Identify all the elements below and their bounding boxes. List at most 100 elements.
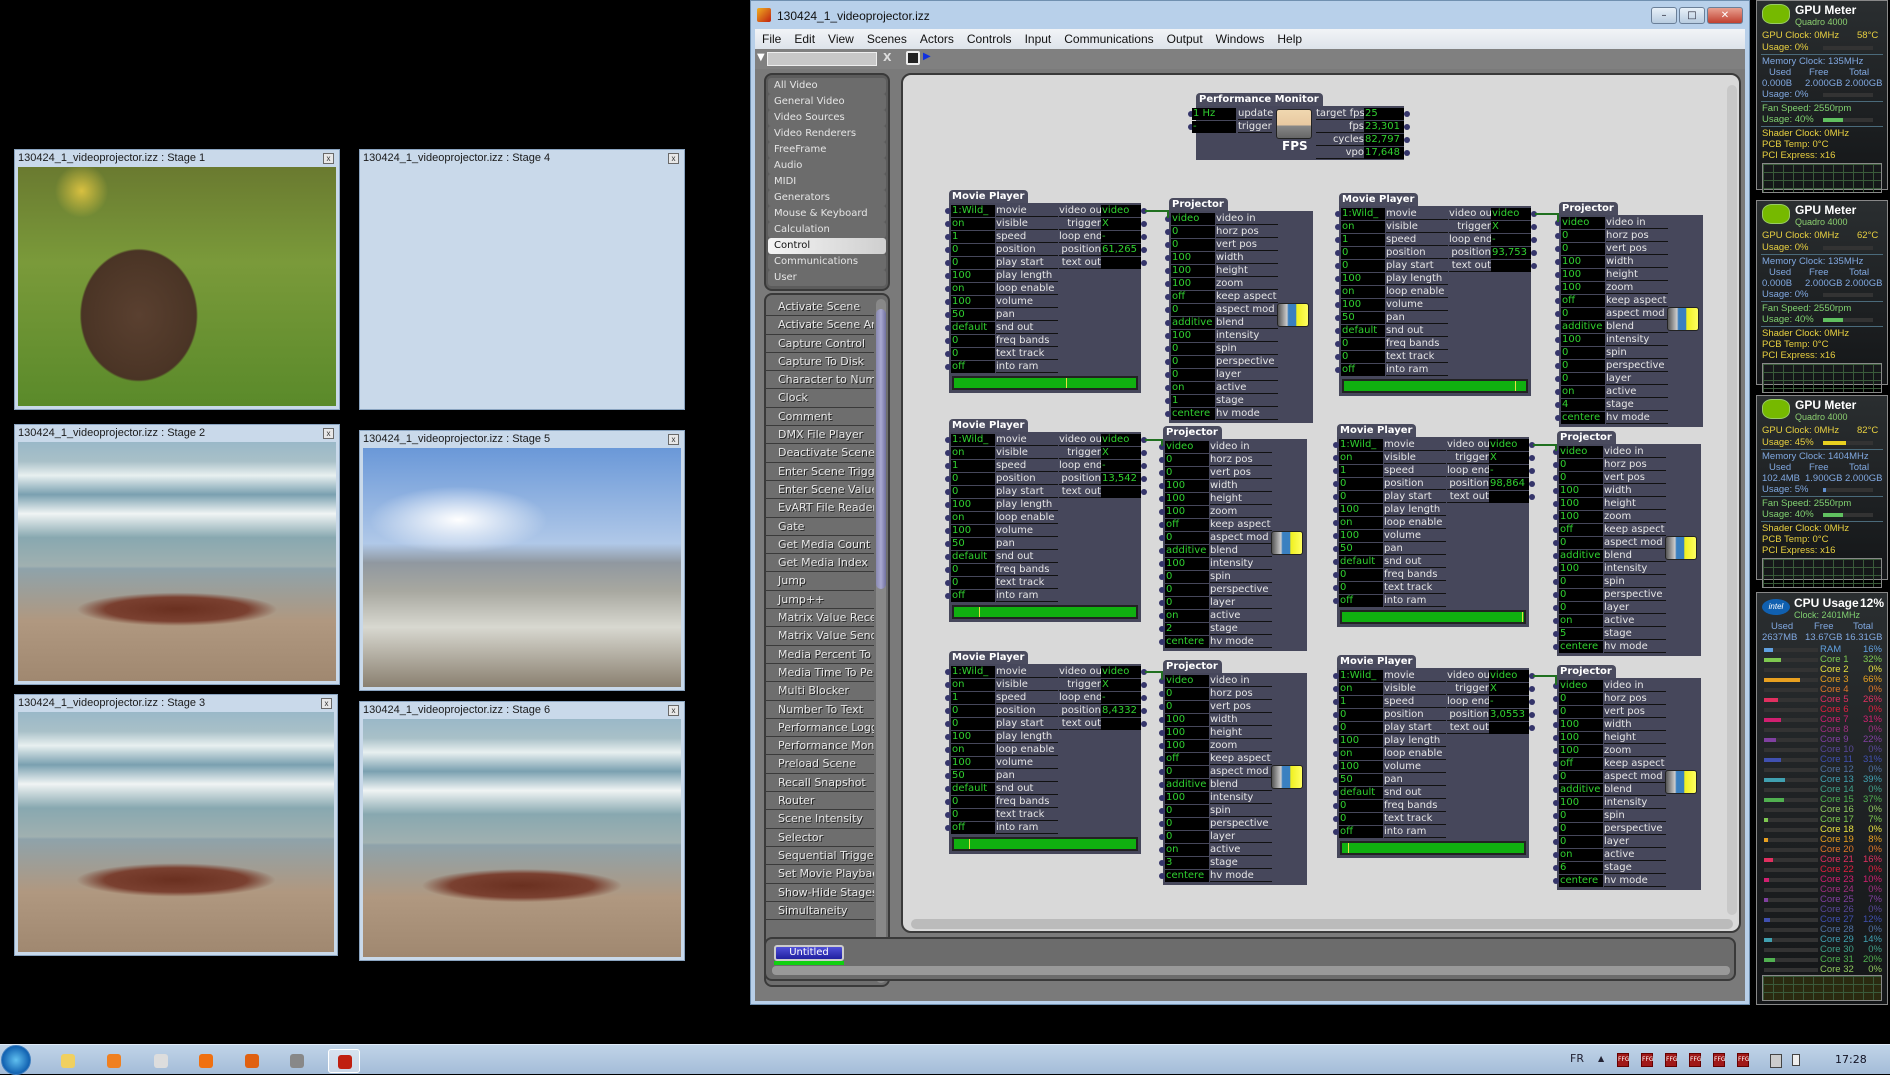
output-value[interactable]: - bbox=[1101, 460, 1141, 472]
input-value[interactable]: centere bbox=[1561, 412, 1605, 424]
input-value[interactable]: 0 bbox=[951, 486, 995, 498]
output-port[interactable] bbox=[1141, 721, 1147, 727]
category-freeframe[interactable]: FreeFrame bbox=[768, 142, 886, 158]
stage-title-bar[interactable]: 130424_1_videoprojector.izz : Stage 6 x bbox=[363, 702, 681, 719]
input-value[interactable]: 50 bbox=[951, 309, 995, 321]
input-value[interactable]: 0 bbox=[1559, 576, 1603, 588]
projector-actor-title[interactable]: Projector bbox=[1557, 665, 1616, 679]
input-value[interactable]: on bbox=[1339, 748, 1383, 760]
input-value[interactable]: 1:Wild_ bbox=[1341, 208, 1385, 220]
input-value[interactable]: default bbox=[1339, 787, 1383, 799]
menu-input[interactable]: Input bbox=[1018, 29, 1058, 46]
output-value[interactable] bbox=[1489, 491, 1529, 503]
category-video-sources[interactable]: Video Sources bbox=[768, 110, 886, 126]
menu-help[interactable]: Help bbox=[1270, 29, 1308, 46]
category-control[interactable]: Control bbox=[768, 238, 886, 254]
stage-window[interactable]: 130424_1_videoprojector.izz : Stage 1 x bbox=[14, 149, 340, 410]
menu-windows[interactable]: Windows bbox=[1209, 29, 1271, 46]
input-value[interactable]: on bbox=[951, 512, 995, 524]
actor-item[interactable]: EvART File Reader bbox=[766, 499, 874, 518]
actor-item[interactable]: DMX File Player bbox=[766, 426, 874, 445]
input-value[interactable]: 100 bbox=[951, 296, 995, 308]
menu-view[interactable]: View bbox=[821, 29, 860, 46]
scene-tab-untitled[interactable]: Untitled bbox=[774, 945, 844, 961]
category-midi[interactable]: MIDI bbox=[768, 174, 886, 190]
filter-dropdown-icon[interactable]: ▼ bbox=[757, 52, 765, 63]
actor-item[interactable]: Preload Scene bbox=[766, 755, 874, 774]
input-value[interactable]: 1:Wild_ bbox=[951, 666, 995, 678]
actor-item[interactable]: Character to Num bbox=[766, 371, 874, 390]
input-value[interactable]: additive bbox=[1165, 779, 1209, 791]
input-value[interactable]: 100 bbox=[1559, 485, 1603, 497]
output-port[interactable] bbox=[1529, 712, 1535, 718]
input-value[interactable]: 0 bbox=[1341, 338, 1385, 350]
input-value[interactable]: on bbox=[1559, 849, 1603, 861]
output-port[interactable] bbox=[1531, 250, 1537, 256]
input-value[interactable]: 0 bbox=[1171, 239, 1215, 251]
input-value[interactable]: 0 bbox=[1339, 478, 1383, 490]
actor-item[interactable]: Selector bbox=[766, 829, 874, 847]
input-value[interactable]: 100 bbox=[1559, 745, 1603, 757]
input-value[interactable]: 0 bbox=[1165, 467, 1209, 479]
actor-item[interactable]: Enter Scene Value bbox=[766, 481, 874, 500]
stage-window[interactable]: 130424_1_videoprojector.izz : Stage 5 x bbox=[359, 430, 685, 691]
output-value[interactable]: 61,265 bbox=[1101, 244, 1141, 256]
stage-title-bar[interactable]: 130424_1_videoprojector.izz : Stage 2 x bbox=[18, 425, 336, 442]
input-value[interactable]: 0 bbox=[1559, 823, 1603, 835]
input-value[interactable]: 1 bbox=[1339, 696, 1383, 708]
input-value[interactable]: off bbox=[951, 590, 995, 602]
stage-title-bar[interactable]: 130424_1_videoprojector.izz : Stage 4 x bbox=[363, 150, 681, 167]
output-value[interactable]: X bbox=[1101, 679, 1141, 691]
movie-player-actor-title[interactable]: Movie Player bbox=[949, 419, 1029, 433]
input-value[interactable]: 0 bbox=[1559, 589, 1603, 601]
input-value[interactable]: 1 bbox=[1341, 234, 1385, 246]
play-arrow-icon[interactable]: ▶ bbox=[923, 51, 931, 62]
input-value[interactable]: 0 bbox=[1561, 230, 1605, 242]
input-value[interactable]: 100 bbox=[951, 525, 995, 537]
input-value[interactable]: 100 bbox=[1165, 480, 1209, 492]
output-value[interactable]: - bbox=[1101, 692, 1141, 704]
input-value[interactable]: 1 bbox=[951, 460, 995, 472]
category-calculation[interactable]: Calculation bbox=[768, 222, 886, 238]
input-value[interactable]: video bbox=[1165, 675, 1209, 687]
input-value[interactable]: off bbox=[1561, 295, 1605, 307]
gpu-meter-gadget[interactable]: GPU Meter Quadro 4000 GPU Clock: 0MHz 82°C U… bbox=[1756, 395, 1888, 588]
input-value[interactable]: 0 bbox=[1559, 706, 1603, 718]
input-value[interactable]: 1 bbox=[1339, 465, 1383, 477]
actor-item[interactable]: Media Time To Pe bbox=[766, 664, 874, 683]
stage-close-button[interactable]: x bbox=[668, 705, 679, 716]
input-value[interactable]: on bbox=[1341, 286, 1385, 298]
stage-window[interactable]: 130424_1_videoprojector.izz : Stage 4 x bbox=[359, 149, 685, 410]
input-value[interactable]: 100 bbox=[1559, 498, 1603, 510]
output-port[interactable] bbox=[1531, 263, 1537, 269]
input-value[interactable]: 0 bbox=[1559, 602, 1603, 614]
stage-close-button[interactable]: x bbox=[668, 153, 679, 164]
input-value[interactable]: 50 bbox=[951, 538, 995, 550]
input-value[interactable]: 50 bbox=[1341, 312, 1385, 324]
input-value[interactable]: 100 bbox=[1171, 265, 1215, 277]
output-value[interactable]: X bbox=[1101, 218, 1141, 230]
input-value[interactable]: default bbox=[951, 551, 995, 563]
input-value[interactable]: 0 bbox=[1559, 472, 1603, 484]
output-value[interactable]: 3,0553 bbox=[1489, 709, 1529, 721]
taskbar-isadora-button[interactable] bbox=[328, 1049, 360, 1073]
input-value[interactable]: 0 bbox=[951, 257, 995, 269]
input-value[interactable]: 0 bbox=[1339, 813, 1383, 825]
input-value[interactable]: 0 bbox=[951, 348, 995, 360]
input-value[interactable]: additive bbox=[1559, 550, 1603, 562]
input-value[interactable]: 100 bbox=[951, 731, 995, 743]
close-button[interactable]: ✕ bbox=[1707, 7, 1743, 24]
output-port[interactable] bbox=[1141, 695, 1147, 701]
actor-item[interactable]: Performance Moni bbox=[766, 737, 874, 756]
input-value[interactable]: 100 bbox=[1561, 282, 1605, 294]
input-value[interactable]: on bbox=[1339, 683, 1383, 695]
output-port[interactable] bbox=[1141, 247, 1147, 253]
input-value[interactable]: 1 bbox=[951, 692, 995, 704]
input-value[interactable]: 1:Wild_ bbox=[1339, 439, 1383, 451]
volume-icon[interactable] bbox=[1792, 1054, 1800, 1066]
taskbar-vlc-button[interactable] bbox=[190, 1049, 222, 1073]
input-value[interactable]: centere bbox=[1171, 408, 1215, 420]
input-value[interactable]: 0 bbox=[1559, 810, 1603, 822]
output-value[interactable]: 25 bbox=[1364, 108, 1404, 120]
input-value[interactable]: 100 bbox=[1171, 330, 1215, 342]
